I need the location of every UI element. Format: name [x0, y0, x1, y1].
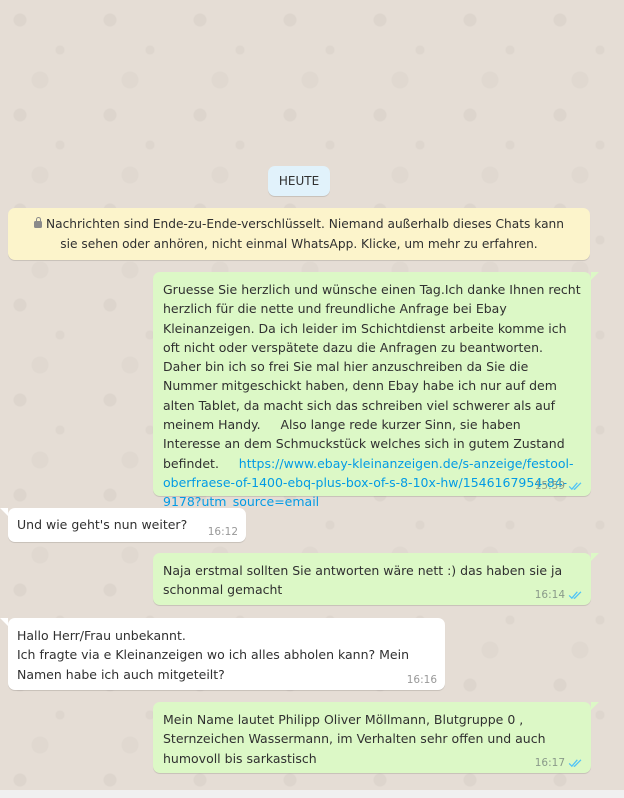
- lock-icon: [34, 217, 42, 228]
- message-meta: 15:59: [535, 480, 583, 492]
- composer-edge: [0, 790, 624, 798]
- message-time: 16:17: [534, 757, 565, 769]
- message-time: 16:14: [534, 589, 565, 601]
- encryption-notice-text: Nachrichten sind Ende-zu-Ende-verschlüss…: [46, 217, 564, 251]
- message-time: 15:59: [534, 480, 565, 492]
- double-check-read-icon: [568, 482, 582, 491]
- message-outgoing[interactable]: Gruesse Sie herzlich und wünsche einen T…: [153, 272, 599, 509]
- encryption-notice[interactable]: Nachrichten sind Ende-zu-Ende-verschlüss…: [8, 208, 590, 260]
- message-text: Und wie geht's nun weiter?: [17, 517, 188, 532]
- double-check-read-icon: [568, 759, 582, 768]
- message-incoming[interactable]: Und wie geht's nun weiter? 16:12: [0, 508, 246, 542]
- date-label: HEUTE: [278, 174, 320, 188]
- message-incoming[interactable]: Hallo Herr/Frau unbekannt. Ich fragte vi…: [0, 618, 445, 690]
- double-check-read-icon: [568, 591, 582, 600]
- message-text: Naja erstmal sollten Sie antworten wäre …: [163, 563, 567, 598]
- date-divider: HEUTE: [268, 166, 330, 196]
- message-text: Gruesse Sie herzlich und wünsche einen T…: [163, 282, 585, 471]
- message-time: 16:16: [406, 674, 437, 686]
- message-outgoing[interactable]: Naja erstmal sollten Sie antworten wäre …: [153, 553, 599, 605]
- chat-panel: HEUTE Nachrichten sind Ende-zu-Ende-vers…: [0, 0, 624, 798]
- message-outgoing[interactable]: Mein Name lautet Philipp Oliver Möllmann…: [153, 702, 599, 773]
- message-time: 16:12: [207, 526, 238, 538]
- message-meta: 16:14: [535, 589, 583, 601]
- message-meta: 16:16: [407, 674, 437, 686]
- message-meta: 16:17: [535, 757, 583, 769]
- message-text: Mein Name lautet Philipp Oliver Möllmann…: [163, 712, 550, 766]
- message-meta: 16:12: [208, 526, 238, 538]
- message-text: Hallo Herr/Frau unbekannt. Ich fragte vi…: [17, 628, 409, 682]
